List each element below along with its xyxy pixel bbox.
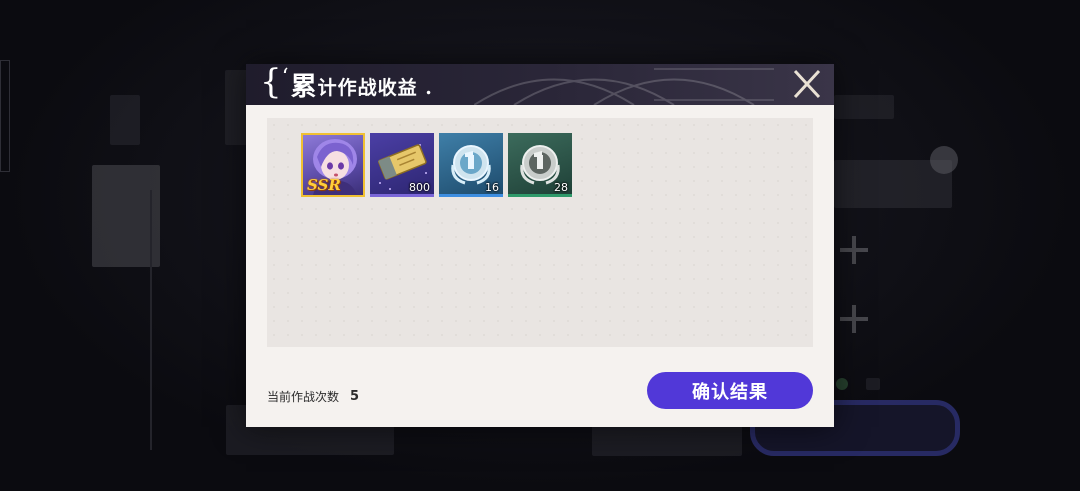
close-x-icon [793,69,821,99]
battle-count-value: 5 [350,389,360,404]
bg-plus-icon [840,236,868,264]
reward-item-green-medal[interactable]: 28 [508,133,572,197]
rarity-bar [508,194,572,197]
confirm-result-button[interactable]: 确认结果 [647,372,813,409]
title-first-char: 累 [290,72,317,102]
bg-divider [150,190,152,450]
bg-status-text [866,378,880,390]
battle-count: 当前作战次数 5 [267,388,359,405]
bg-plus-icon [840,305,868,333]
title-text: 计作战收益 . [317,77,433,99]
battle-count-label: 当前作战次数 [267,390,340,404]
dialog-header: { ‘ 累 计作战收益 . [246,64,834,105]
title-brace: { [260,64,282,102]
header-decoration [474,68,774,105]
reward-count: 16 [485,181,499,194]
reward-item-ticket[interactable]: 800 [370,133,434,197]
reward-item-blue-medal[interactable]: 16 [439,133,503,197]
reward-grid: SSR 800 16 28 [267,118,813,347]
title-quote: ‘ [281,65,289,90]
reward-count: 28 [554,181,568,194]
rarity-bar [370,194,434,197]
bg-right-label [834,95,894,119]
reward-item-character[interactable]: SSR [301,133,365,197]
close-button[interactable] [787,62,827,106]
bg-badge [930,146,958,174]
ssr-rarity-label: SSR [307,176,341,194]
bg-status-dot [836,378,848,390]
bg-edge-frame [0,60,10,172]
battle-rewards-dialog: { ‘ 累 计作战收益 . SSR 800 16 28 当前作战次数 5 确认结… [246,64,834,427]
dialog-title: { ‘ 累 计作战收益 . [260,64,433,105]
reward-count: 800 [409,181,430,194]
rarity-bar [439,194,503,197]
bg-nav-icon [110,95,140,145]
